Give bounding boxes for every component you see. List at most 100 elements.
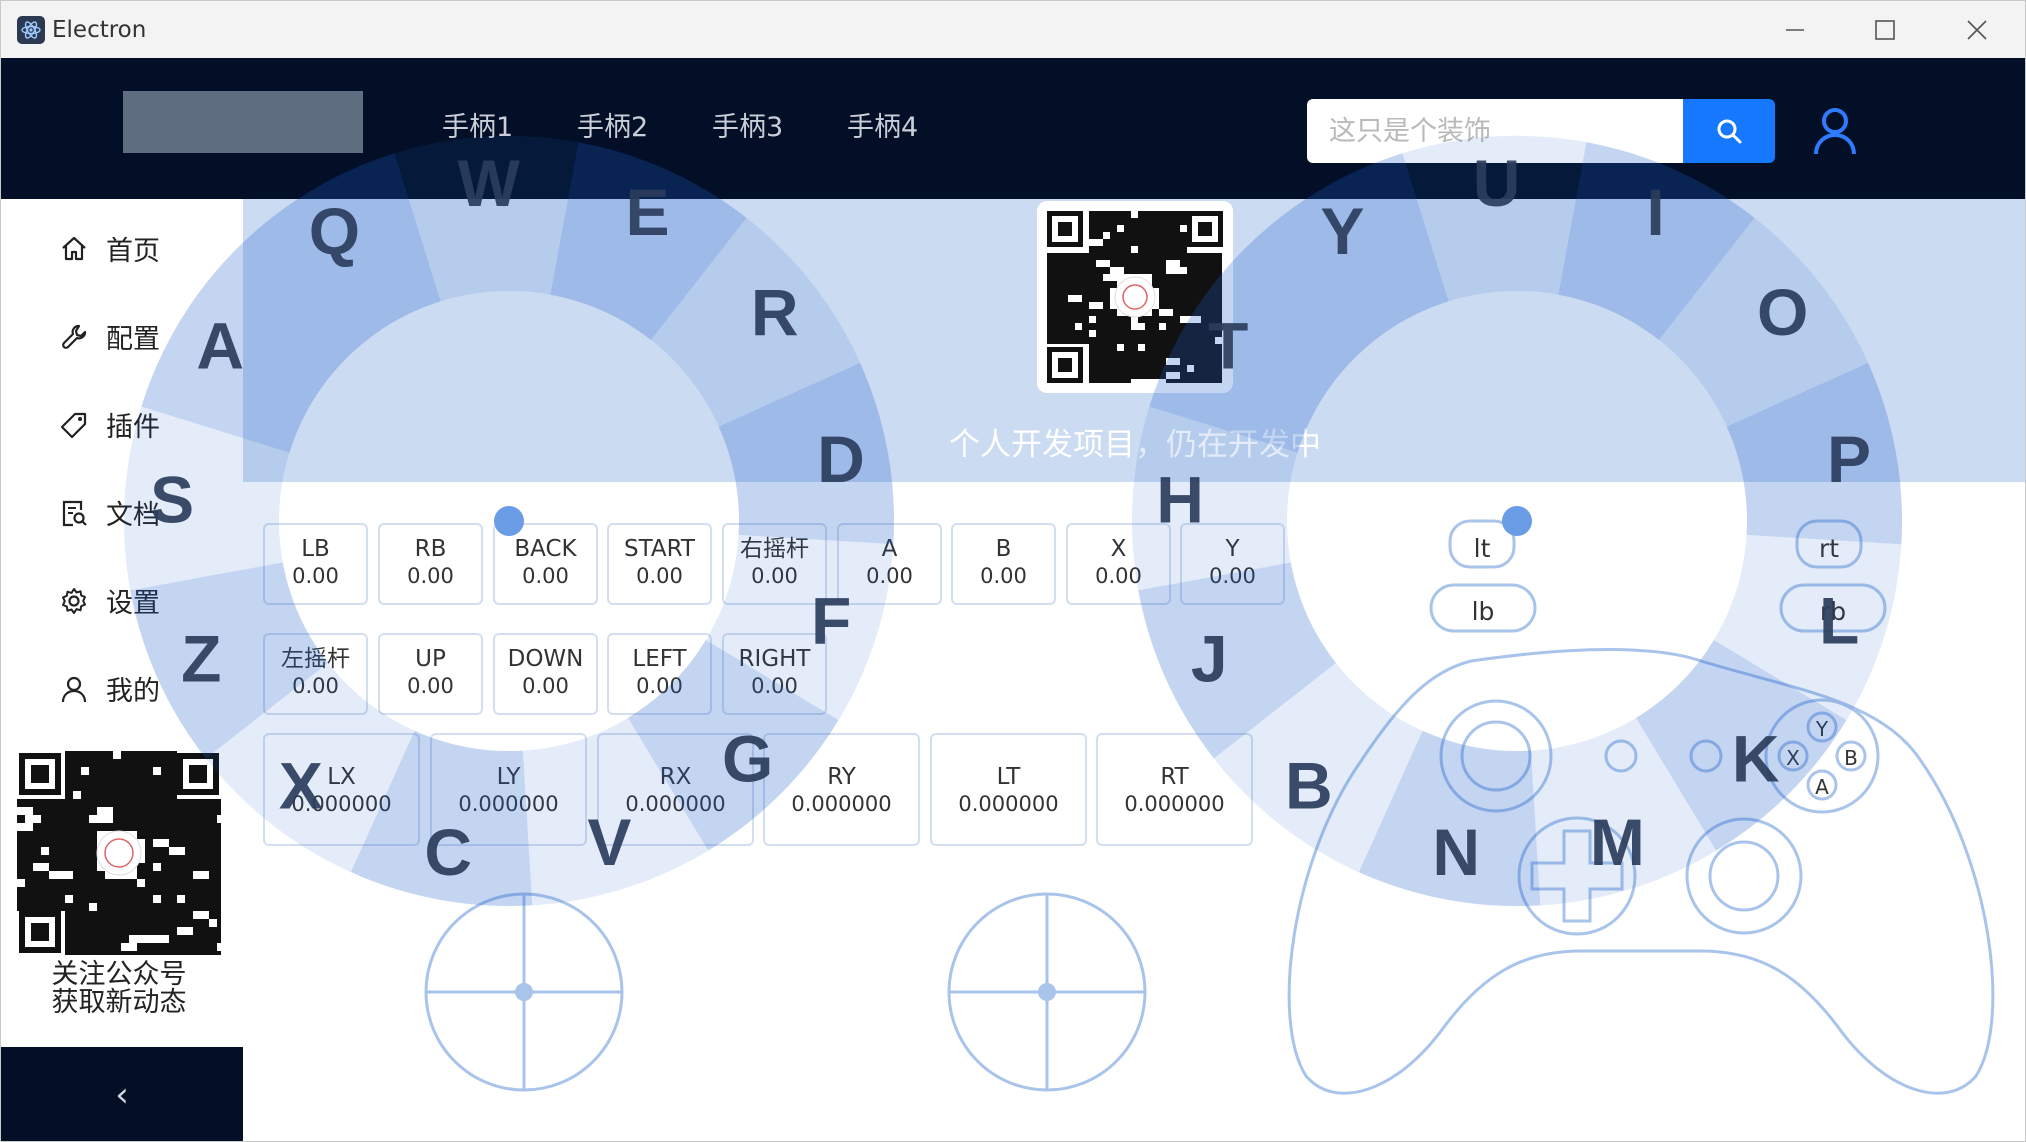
search-icon xyxy=(1717,119,1742,144)
button-value: 0.00 xyxy=(751,674,798,698)
sidebar-item-settings[interactable]: 设置 xyxy=(56,581,160,620)
sidebar-item-config[interactable]: 配置 xyxy=(56,317,160,356)
axis-label: RX xyxy=(659,764,692,790)
sidebar-item-label: 文档 xyxy=(106,500,160,531)
tag-icon xyxy=(56,407,92,443)
button-x: X 0.00 xyxy=(1066,523,1171,605)
button-value: 0.00 xyxy=(522,674,569,698)
axis-rx: RX 0.000000 xyxy=(597,733,754,846)
follow-caption-line-2: 获取新动态 xyxy=(51,987,187,1018)
button-back: BACK 0.00 xyxy=(493,523,598,605)
search-input[interactable] xyxy=(1307,99,1683,163)
axis-label: LT xyxy=(996,764,1021,790)
button-y: Y 0.00 xyxy=(1180,523,1285,605)
button-down: DOWN 0.00 xyxy=(493,633,598,715)
button-value: 0.00 xyxy=(636,674,683,698)
button-label: LB xyxy=(301,536,330,562)
button-label: BACK xyxy=(514,536,577,562)
button-label: LEFT xyxy=(632,646,687,672)
button-label: RIGHT xyxy=(738,646,811,672)
document-search-icon xyxy=(56,495,92,531)
button-a: A 0.00 xyxy=(837,523,942,605)
button-value: 0.00 xyxy=(980,564,1027,588)
button-left: LEFT 0.00 xyxy=(607,633,712,715)
button-value: 0.00 xyxy=(751,564,798,588)
button-value: 0.00 xyxy=(1209,564,1256,588)
search-button[interactable] xyxy=(1683,99,1775,163)
sidebar: 首页 配置 插件 文档 设置 我的 关注公众号 获取新动态 ‹ xyxy=(1,199,243,1141)
button-value: 0.00 xyxy=(866,564,913,588)
sidebar-item-plugins[interactable]: 插件 xyxy=(56,405,160,444)
axis-value: 0.000000 xyxy=(625,792,726,816)
button-label: 左摇杆 xyxy=(281,646,350,672)
button-label: X xyxy=(1110,536,1127,562)
axis-value: 0.000000 xyxy=(458,792,559,816)
sidebar-item-label: 插件 xyxy=(106,412,160,443)
button-value: 0.00 xyxy=(292,564,339,588)
sidebar-item-docs[interactable]: 文档 xyxy=(56,493,160,532)
app-window: Electron 手柄1 手柄2 手柄3 手柄4 首页 xyxy=(0,0,2026,1142)
button-lb: LB 0.00 xyxy=(263,523,368,605)
minimize-button[interactable] xyxy=(1749,1,1841,58)
axis-rt: RT 0.000000 xyxy=(1096,733,1253,846)
button-right: RIGHT 0.00 xyxy=(722,633,827,715)
tab-gamepad-3[interactable]: 手柄3 xyxy=(712,105,783,144)
window-title: Electron xyxy=(52,17,147,43)
button-right-stick: 右摇杆 0.00 xyxy=(722,523,827,605)
button-label: START xyxy=(624,536,695,562)
title-bar: Electron xyxy=(1,1,2025,58)
axis-lx: LX 0.000000 xyxy=(263,733,420,846)
button-value: 0.00 xyxy=(407,674,454,698)
button-label: Y xyxy=(1225,536,1240,562)
button-label: A xyxy=(881,536,898,562)
sidebar-item-home[interactable]: 首页 xyxy=(56,229,160,268)
button-value: 0.00 xyxy=(636,564,683,588)
search-box xyxy=(1307,99,1775,163)
axis-value: 0.000000 xyxy=(958,792,1059,816)
button-up: UP 0.00 xyxy=(378,633,483,715)
sidebar-item-label: 设置 xyxy=(106,588,160,619)
sidebar-item-label: 首页 xyxy=(106,236,160,267)
chevron-left-icon: ‹ xyxy=(115,1075,129,1115)
dev-status-text: 个人开发项目，仍在开发中 xyxy=(949,427,1321,463)
gear-icon xyxy=(56,583,92,619)
axis-label: RT xyxy=(1160,764,1189,790)
axis-label: RY xyxy=(827,764,856,790)
user-icon xyxy=(56,671,92,707)
axis-ly: LY 0.000000 xyxy=(430,733,587,846)
axis-value: 0.000000 xyxy=(1124,792,1225,816)
button-value: 0.00 xyxy=(522,564,569,588)
follow-caption-line-1: 关注公众号 xyxy=(51,959,187,990)
button-label: DOWN xyxy=(507,646,584,672)
button-value: 0.00 xyxy=(1095,564,1142,588)
button-left-stick: 左摇杆 0.00 xyxy=(263,633,368,715)
button-value: 0.00 xyxy=(407,564,454,588)
wrench-icon xyxy=(56,319,92,355)
tab-gamepad-1[interactable]: 手柄1 xyxy=(442,105,513,144)
button-rb: RB 0.00 xyxy=(378,523,483,605)
electron-logo-icon xyxy=(17,16,45,44)
sidebar-item-label: 我的 xyxy=(106,676,160,707)
sidebar-item-label: 配置 xyxy=(106,324,160,355)
home-icon xyxy=(56,231,92,267)
wechat-qr-code xyxy=(17,751,221,955)
top-header: 手柄1 手柄2 手柄3 手柄4 xyxy=(1,58,2025,199)
follow-caption: 关注公众号 获取新动态 xyxy=(1,961,237,1017)
axis-value: 0.000000 xyxy=(791,792,892,816)
axis-label: LX xyxy=(327,764,356,790)
axis-value: 0.000000 xyxy=(291,792,392,816)
collapse-sidebar-button[interactable]: ‹ xyxy=(1,1047,243,1141)
button-start: START 0.00 xyxy=(607,523,712,605)
axis-label: LY xyxy=(496,764,521,790)
close-button[interactable] xyxy=(1931,1,2023,58)
axis-ry: RY 0.000000 xyxy=(763,733,920,846)
tab-gamepad-4[interactable]: 手柄4 xyxy=(847,105,918,144)
button-label: UP xyxy=(415,646,446,672)
maximize-button[interactable] xyxy=(1839,1,1931,58)
button-label: B xyxy=(995,536,1012,562)
user-avatar-icon[interactable] xyxy=(1804,95,1866,167)
logo-placeholder xyxy=(123,91,363,153)
sidebar-item-mine[interactable]: 我的 xyxy=(56,669,160,708)
button-label: RB xyxy=(414,536,447,562)
tab-gamepad-2[interactable]: 手柄2 xyxy=(577,105,648,144)
